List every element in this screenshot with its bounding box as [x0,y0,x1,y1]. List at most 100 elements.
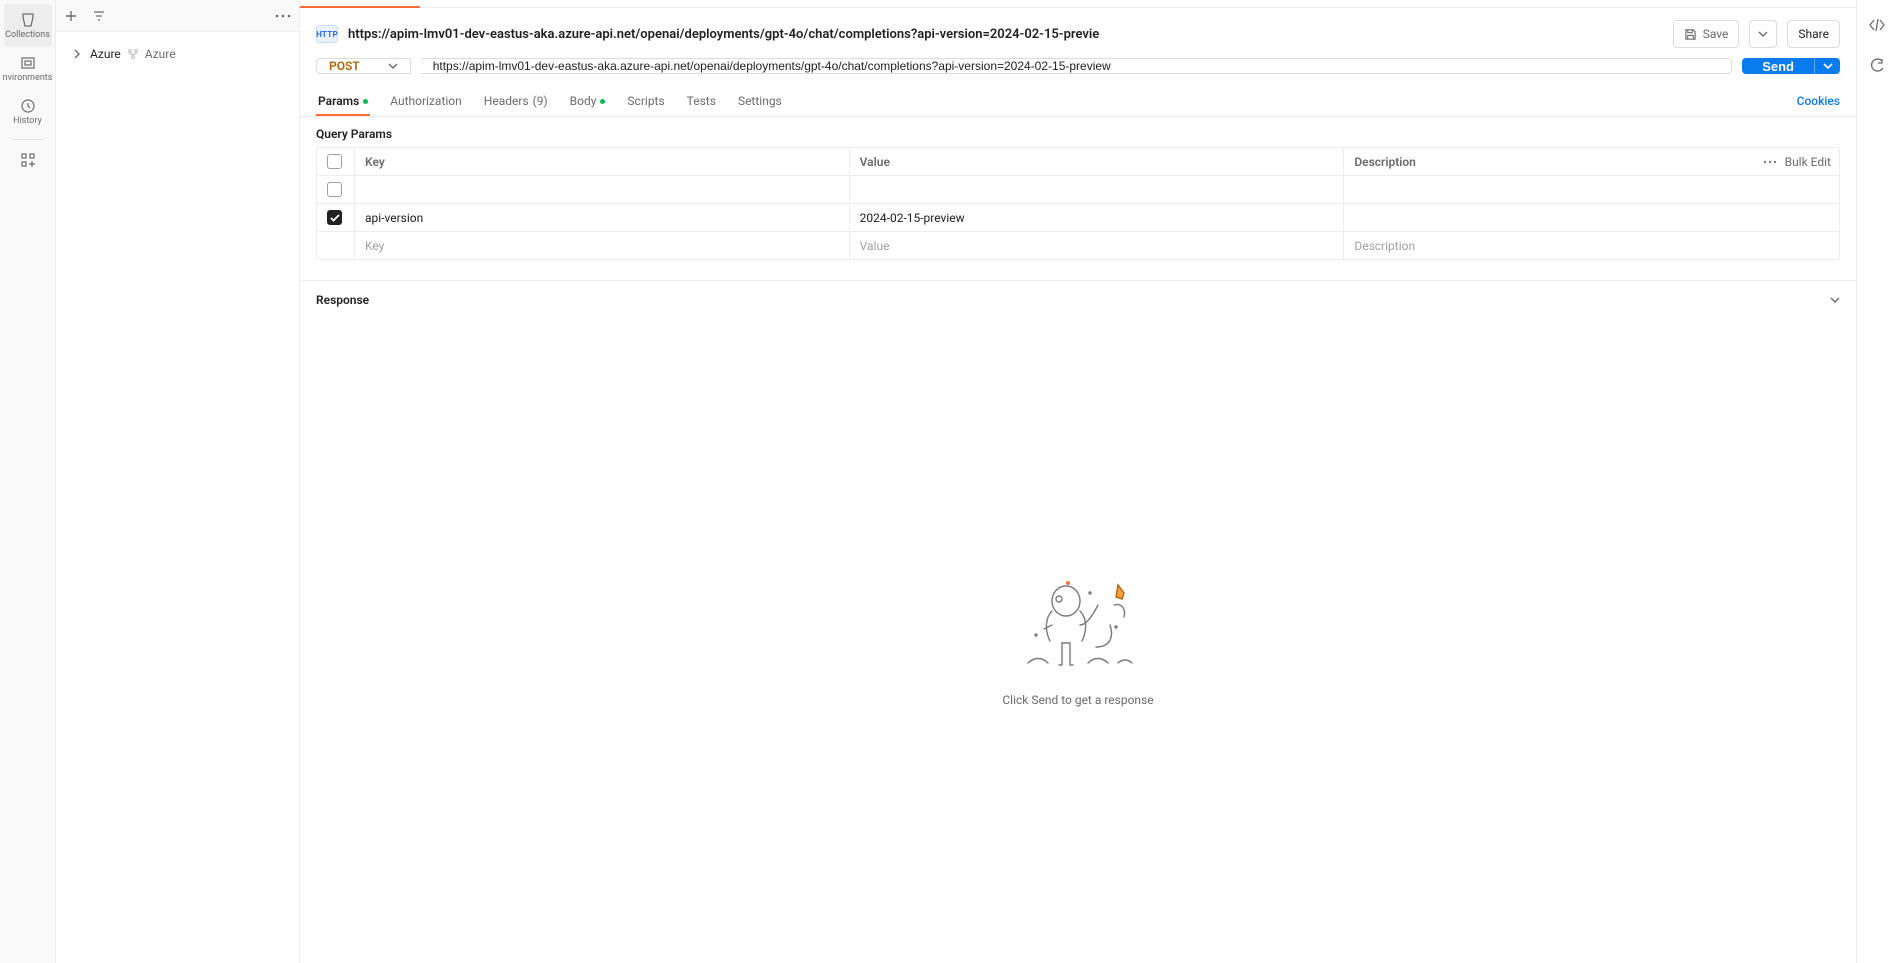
new-button[interactable] [64,9,78,23]
astronaut-illustration-icon [1018,575,1138,675]
code-snippet-button[interactable] [1869,18,1885,32]
chevron-right-icon [74,49,84,59]
params-row-checkbox-cell [317,204,355,232]
sidebar-toolbar [56,0,299,32]
save-button[interactable]: Save [1673,20,1740,48]
params-header-row: Key Value Description Bulk Edit [317,148,1839,176]
params-more-button[interactable] [1763,160,1777,164]
http-badge: HTTP [316,25,338,43]
environments-icon [20,55,36,71]
refresh-button[interactable] [1870,58,1884,72]
param-description-cell[interactable] [1344,176,1839,204]
param-checkbox[interactable] [327,182,342,197]
share-button-label: Share [1798,27,1829,41]
tree-item-sub-label: Azure [145,47,176,61]
tree-item-label: Azure [90,47,121,61]
right-rail [1856,0,1896,963]
response-empty-state: Click Send to get a response [300,319,1856,963]
tabstrip [300,0,1856,8]
sidebar-more-button[interactable] [275,14,291,18]
query-params-heading: Query Params [300,117,1856,147]
tab-headers-count: (9) [533,94,548,108]
rail-history[interactable]: History [4,90,52,133]
refresh-icon [1870,58,1884,72]
share-button[interactable]: Share [1787,20,1840,48]
params-activity-dot-icon [363,99,368,104]
rail-separator [12,139,44,140]
config-tabs: Params Authorization Headers (9) Body Sc… [300,86,1856,117]
chevron-down-icon [388,63,398,69]
rail-history-label: History [13,117,42,127]
rail-collections[interactable]: Collections [4,4,52,47]
params-header-key: Key [355,148,850,176]
param-description-cell[interactable]: Description [1344,232,1839,259]
params-row-checkbox-cell [317,232,355,259]
tab-params[interactable]: Params [316,86,370,116]
tab-headers-label: Headers [484,94,529,108]
bulk-edit-button[interactable]: Bulk Edit [1785,155,1831,169]
param-key-cell[interactable]: api-version [355,204,850,232]
param-value-cell[interactable]: Value [850,232,1345,259]
body-activity-dot-icon [600,99,605,104]
filter-button[interactable] [92,9,106,23]
param-key-cell[interactable] [355,176,850,204]
tree-item-azure[interactable]: Azure Azure [56,40,299,68]
params-row-checkbox-cell [317,176,355,204]
tab-tests[interactable]: Tests [685,86,718,116]
url-input[interactable] [421,58,1733,74]
params-header-value: Value [850,148,1345,176]
more-horizontal-icon [275,14,291,18]
param-value-placeholder: Value [860,239,890,253]
params-row [317,176,1839,204]
params-header-description: Description Bulk Edit [1344,148,1839,176]
rail-collections-label: Collections [5,31,50,41]
params-new-row: Key Value Description [317,232,1839,259]
send-group: Send [1742,58,1840,74]
tab-body[interactable]: Body [568,86,608,116]
rail-environments[interactable]: nvironments [4,47,52,90]
request-header: HTTP https://apim-lmv01-dev-eastus-aka.a… [300,8,1856,58]
param-key-placeholder: Key [365,239,384,253]
params-row: api-version 2024-02-15-preview [317,204,1839,232]
param-description-placeholder: Description [1354,239,1415,253]
params-table: Key Value Description Bulk Edit [316,147,1840,260]
tab-body-label: Body [570,94,597,108]
rail-more-apps[interactable] [4,146,52,174]
plus-icon [64,9,78,23]
url-row: POST Send [300,58,1856,86]
chevron-down-icon [1830,297,1840,303]
tab-params-label: Params [318,94,359,108]
tab-headers[interactable]: Headers (9) [482,86,550,116]
collections-icon [20,12,36,28]
request-tab-title: https://apim-lmv01-dev-eastus-aka.azure-… [348,27,1663,42]
filter-icon [92,9,106,23]
method-selector[interactable]: POST [316,58,411,74]
send-button[interactable]: Send [1742,58,1814,74]
tab-authorization[interactable]: Authorization [388,86,464,116]
rail-environments-label: nvironments [3,74,53,84]
send-dropdown-button[interactable] [1814,58,1840,74]
param-key-cell[interactable]: Key [355,232,850,259]
main: HTTP https://apim-lmv01-dev-eastus-aka.a… [300,0,1856,963]
response-label: Response [316,293,369,307]
chevron-down-icon [1823,63,1833,69]
tab-settings[interactable]: Settings [736,86,784,116]
param-value-cell[interactable] [850,176,1345,204]
param-value-cell[interactable]: 2024-02-15-preview [850,204,1345,232]
response-collapse-button[interactable] [1830,297,1840,303]
param-description-cell[interactable] [1344,204,1839,232]
method-label: POST [329,59,360,73]
more-horizontal-icon [1763,160,1777,164]
code-icon [1869,18,1885,32]
tab-scripts[interactable]: Scripts [625,86,666,116]
left-rail: Collections nvironments History [0,0,56,963]
select-all-checkbox[interactable] [327,154,342,169]
active-tab-indicator [300,6,420,8]
save-button-label: Save [1703,27,1729,41]
history-icon [20,98,36,114]
params-header-checkbox-cell [317,148,355,176]
param-checkbox[interactable] [327,210,342,225]
fork-icon [127,48,139,60]
save-dropdown-button[interactable] [1749,20,1777,48]
cookies-link[interactable]: Cookies [1797,86,1840,116]
